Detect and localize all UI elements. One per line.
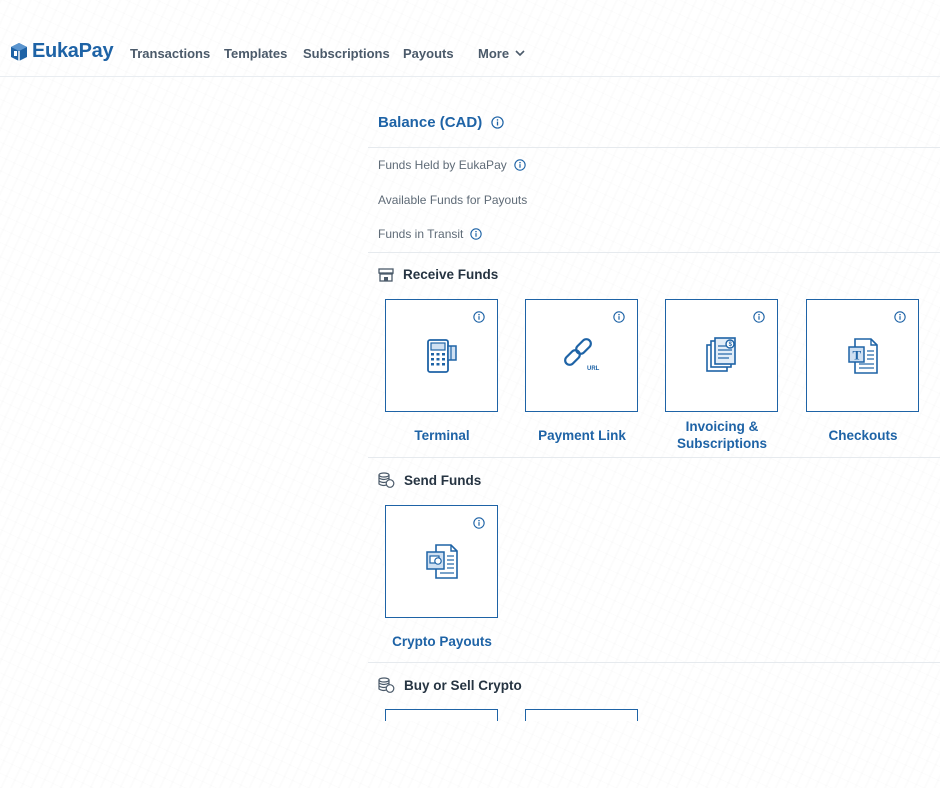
- funds-in-transit-row: Funds in Transit: [378, 227, 483, 241]
- url-link-icon: URL: [563, 337, 600, 372]
- info-icon[interactable]: [470, 228, 483, 240]
- eukapay-logo-icon: [11, 42, 27, 61]
- nav-more-label: More: [478, 46, 510, 61]
- nav-subscriptions[interactable]: Subscriptions: [303, 46, 390, 61]
- send-funds-header: Send Funds: [378, 472, 481, 488]
- nav-transactions[interactable]: Transactions: [130, 46, 210, 61]
- terminal-card[interactable]: [385, 299, 498, 412]
- coins-icon: [378, 472, 395, 488]
- nav-payouts[interactable]: Payouts: [403, 46, 454, 61]
- send-funds-title: Send Funds: [404, 472, 482, 488]
- nav-templates[interactable]: Templates: [224, 46, 287, 61]
- invoicing-label[interactable]: Invoicing & Subscriptions: [652, 418, 792, 452]
- funds-in-transit-label: Funds in Transit: [378, 227, 464, 241]
- svg-text:T: T: [852, 347, 861, 362]
- info-icon[interactable]: [613, 311, 625, 323]
- info-icon[interactable]: [894, 311, 906, 323]
- checkouts-label[interactable]: Checkouts: [793, 427, 933, 444]
- info-icon[interactable]: [473, 517, 485, 529]
- buy-sell-crypto-header: Buy or Sell Crypto: [378, 677, 522, 693]
- terminal-label[interactable]: Terminal: [372, 427, 512, 444]
- divider: [368, 252, 940, 253]
- divider: [368, 147, 940, 148]
- chevron-down-icon: [515, 50, 525, 57]
- divider: [368, 457, 940, 458]
- divider: [368, 662, 940, 663]
- invoice-documents-icon: $: [705, 336, 736, 372]
- balance-title: Balance (CAD): [378, 114, 504, 131]
- card-terminal-icon: [426, 338, 457, 373]
- receive-funds-header: Receive Funds: [378, 267, 498, 282]
- funds-held-label: Funds Held by EukaPay: [378, 158, 507, 172]
- crypto-payout-icon: [425, 543, 458, 579]
- balance-title-text: Balance (CAD): [378, 114, 483, 131]
- info-icon[interactable]: [491, 116, 504, 129]
- payment-link-card[interactable]: URL: [525, 299, 638, 412]
- info-icon[interactable]: [514, 159, 526, 171]
- brand-logo[interactable]: EukaPay: [10, 40, 114, 63]
- buy-crypto-card[interactable]: [385, 709, 498, 721]
- nav-more-dropdown[interactable]: More: [478, 46, 525, 61]
- checkouts-card[interactable]: T: [806, 299, 919, 412]
- brand-name: EukaPay: [32, 40, 114, 62]
- info-icon[interactable]: [473, 311, 485, 323]
- coins-icon: [378, 677, 395, 693]
- available-funds-row: Available Funds for Payouts: [378, 193, 527, 207]
- svg-text:URL: URL: [587, 366, 600, 372]
- payment-link-label[interactable]: Payment Link: [512, 427, 652, 444]
- storefront-icon: [378, 267, 394, 282]
- crypto-payouts-card[interactable]: [385, 505, 498, 618]
- crypto-payouts-label[interactable]: Crypto Payouts: [372, 633, 512, 650]
- sell-crypto-card[interactable]: [525, 709, 638, 721]
- available-funds-label: Available Funds for Payouts: [378, 193, 528, 207]
- top-navigation: EukaPay Transactions Templates Subscript…: [0, 0, 940, 77]
- receive-funds-title: Receive Funds: [403, 267, 499, 282]
- info-icon[interactable]: [753, 311, 765, 323]
- template-document-icon: T: [847, 337, 878, 374]
- funds-held-row: Funds Held by EukaPay: [378, 158, 526, 172]
- invoicing-card[interactable]: $: [665, 299, 778, 412]
- buy-sell-crypto-title: Buy or Sell Crypto: [404, 677, 522, 693]
